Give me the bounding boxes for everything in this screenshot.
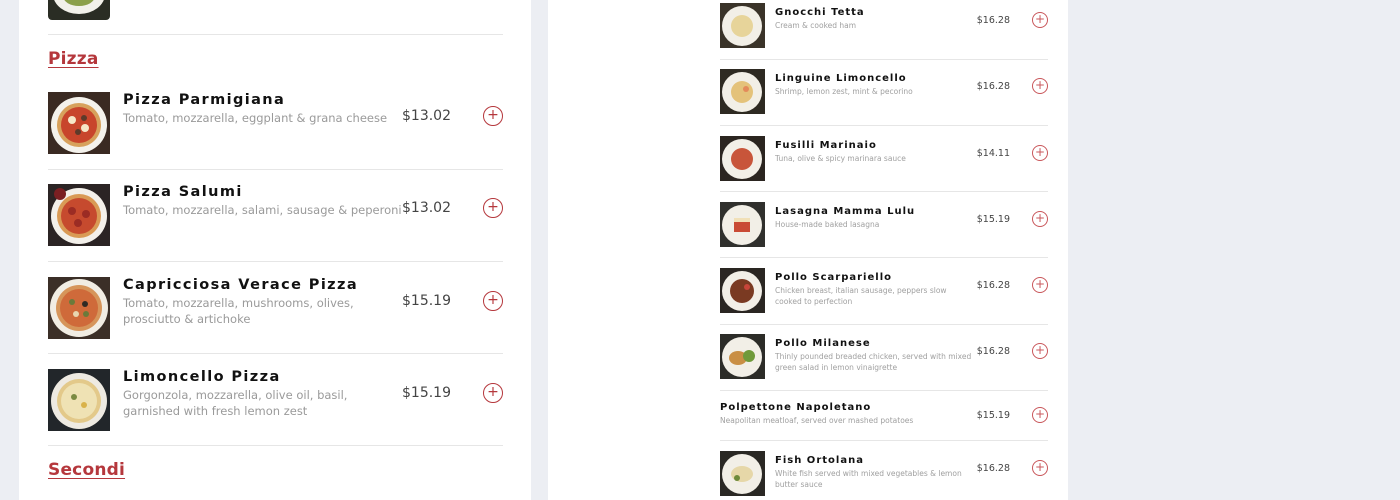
item-name: Linguine Limoncello [775, 73, 907, 84]
plus-circle-icon: + [1034, 12, 1046, 26]
item-name: Fusilli Marinaio [775, 140, 877, 151]
section-title-secondi[interactable]: Secondi [48, 460, 125, 480]
add-to-cart-button[interactable]: + [1032, 407, 1048, 423]
plus-circle-icon: + [1034, 407, 1046, 421]
item-description: Tomato, mozzarella, salami, sausage & pe… [123, 203, 402, 217]
plus-circle-icon: + [1034, 277, 1046, 291]
item-price: $16.28 [976, 81, 1010, 92]
divider [720, 440, 1048, 441]
divider [48, 261, 503, 262]
add-to-cart-button[interactable]: + [483, 198, 503, 218]
divider [720, 390, 1048, 391]
plus-circle-icon: + [1034, 211, 1046, 225]
dish-image [720, 451, 765, 496]
divider [720, 59, 1048, 60]
item-name: Fish Ortolana [775, 455, 864, 466]
dish-image [48, 277, 110, 339]
menu-item[interactable]: Fish Ortolana White fish served with mix… [720, 451, 1048, 500]
item-price: $15.19 [976, 214, 1010, 225]
add-to-cart-button[interactable]: + [1032, 211, 1048, 227]
item-price: $15.19 [976, 410, 1010, 421]
add-to-cart-button[interactable]: + [483, 291, 503, 311]
add-to-cart-button[interactable]: + [483, 106, 503, 126]
divider [48, 169, 503, 170]
item-description: Chicken breast, italian sausage, peppers… [775, 286, 947, 306]
item-description: Neapolitan meatloaf, served over mashed … [720, 416, 914, 425]
add-to-cart-button[interactable]: + [1032, 78, 1048, 94]
item-description: Shrimp, lemon zest, mint & pecorino [775, 87, 913, 96]
item-price: $15.19 [402, 385, 451, 401]
add-to-cart-button[interactable]: + [1032, 277, 1048, 293]
add-to-cart-button[interactable]: + [1032, 343, 1048, 359]
item-name: Polpettone Napoletano [720, 402, 872, 413]
menu-item[interactable]: Lasagna Mamma Lulu House-made baked lasa… [720, 202, 1048, 268]
item-price: $16.28 [976, 463, 1010, 474]
divider [720, 125, 1048, 126]
item-price: $13.02 [402, 108, 451, 124]
plus-circle-icon: + [1034, 343, 1046, 357]
plus-circle-icon: + [487, 199, 499, 215]
dish-image [720, 334, 765, 379]
item-name: Capricciosa Verace Pizza [123, 277, 359, 293]
plus-circle-icon: + [487, 107, 499, 123]
item-description: Gorgonzola, mozzarella, olive oil, basil… [123, 388, 348, 418]
item-name: Lasagna Mamma Lulu [775, 206, 916, 217]
menu-item[interactable]: Limoncello Pizza Gorgonzola, mozzarella,… [48, 369, 503, 461]
plus-circle-icon: + [1034, 78, 1046, 92]
item-name: Pollo Scarpariello [775, 272, 892, 283]
item-name: Pollo Milanese [775, 338, 871, 349]
menu-item[interactable]: Pizza Parmigiana Tomato, mozzarella, egg… [48, 92, 503, 184]
menu-item[interactable]: Polpettone Napoletano Neapolitan meatloa… [720, 398, 1048, 438]
add-to-cart-button[interactable]: + [483, 383, 503, 403]
item-price: $15.19 [402, 293, 451, 309]
menu-panel-right: Gnocchi Tetta Cream & cooked ham $16.28 … [548, 0, 1068, 500]
item-description: Tomato, mozzarella, mushrooms, olives, p… [123, 296, 354, 326]
item-description: Thinly pounded breaded chicken, served w… [775, 352, 972, 372]
dish-image [720, 268, 765, 313]
add-to-cart-button[interactable]: + [1032, 145, 1048, 161]
plus-circle-icon: + [1034, 145, 1046, 159]
divider [720, 324, 1048, 325]
dish-image [720, 202, 765, 247]
dish-image [48, 369, 110, 431]
divider [720, 191, 1048, 192]
menu-item[interactable]: Pizza Salumi Tomato, mozzarella, salami,… [48, 184, 503, 276]
item-description: Tomato, mozzarella, eggplant & grana che… [123, 111, 388, 125]
divider [48, 353, 503, 354]
item-price: $13.02 [402, 200, 451, 216]
dish-image [720, 69, 765, 114]
menu-panel-left: Pizza Pizza Parmigiana Tomato, mozzarell… [19, 0, 531, 500]
add-to-cart-button[interactable]: + [1032, 460, 1048, 476]
item-description: House-made baked lasagna [775, 220, 880, 229]
plus-circle-icon: + [1034, 460, 1046, 474]
divider [48, 445, 503, 446]
plus-circle-icon: + [487, 292, 499, 308]
item-name: Limoncello Pizza [123, 369, 281, 385]
plus-circle-icon: + [487, 384, 499, 400]
item-price: $16.28 [976, 280, 1010, 291]
dish-image [720, 136, 765, 181]
dish-image [720, 3, 765, 48]
dish-image [48, 92, 110, 154]
item-description: Cream & cooked ham [775, 21, 857, 30]
item-name: Gnocchi Tetta [775, 7, 865, 18]
item-description: Tuna, olive & spicy marinara sauce [775, 154, 906, 163]
divider [720, 257, 1048, 258]
item-price: $16.28 [976, 346, 1010, 357]
dish-image [48, 184, 110, 246]
menu-item[interactable]: Capricciosa Verace Pizza Tomato, mozzare… [48, 277, 503, 369]
item-name: Pizza Salumi [123, 184, 243, 200]
item-description: White fish served with mixed vegetables … [775, 469, 962, 489]
item-price: $16.28 [976, 15, 1010, 26]
item-name: Pizza Parmigiana [123, 92, 286, 108]
dish-image-partial [48, 0, 110, 20]
divider [48, 34, 503, 35]
section-title-pizza[interactable]: Pizza [48, 49, 99, 69]
item-price: $14.11 [976, 148, 1010, 159]
menu-item[interactable]: Fusilli Marinaio Tuna, olive & spicy mar… [720, 136, 1048, 202]
add-to-cart-button[interactable]: + [1032, 12, 1048, 28]
